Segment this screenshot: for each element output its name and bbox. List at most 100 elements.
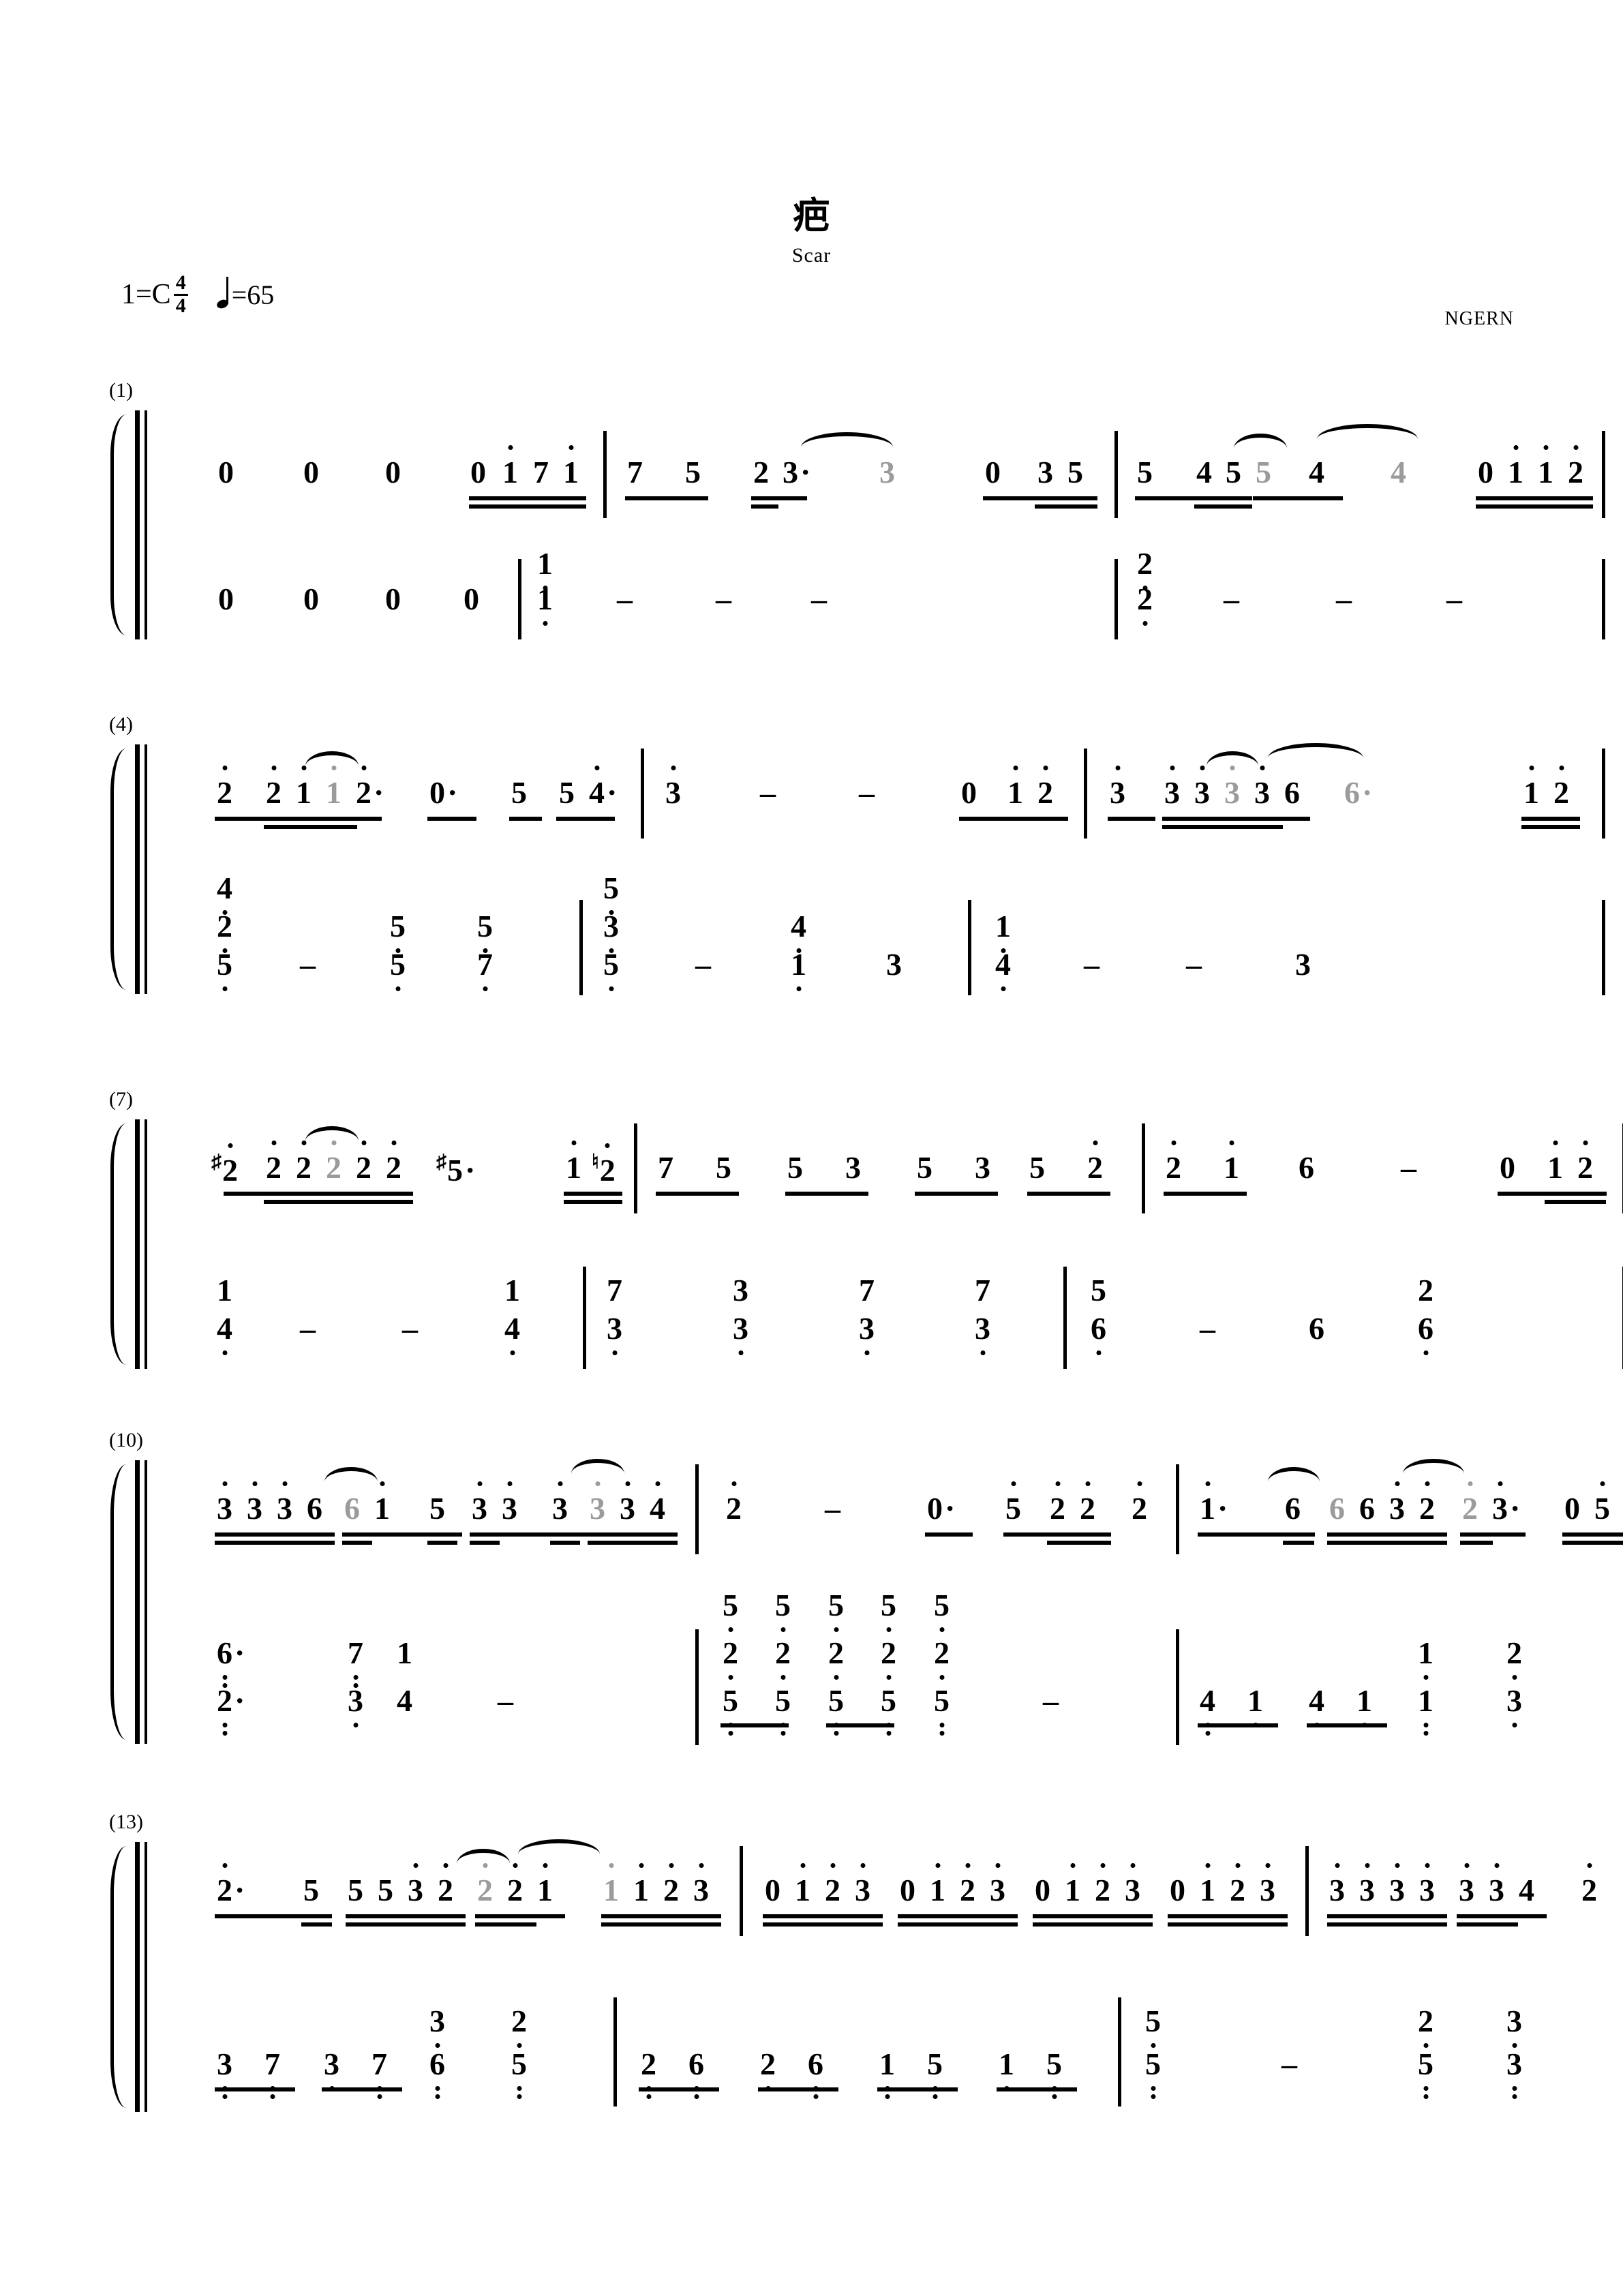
barline-icon xyxy=(135,744,140,994)
note: 2 xyxy=(507,1863,523,1906)
brace-icon xyxy=(110,1464,137,1740)
note: 3 xyxy=(1389,1863,1405,1906)
system-1-treble: 0 0 0 0 1 7 1 7 5 2 3· 3 0 3 5 5 4 5 5 4… xyxy=(177,424,1605,518)
key-tempo-block: 1=C 4 4 =65 xyxy=(121,272,274,316)
note: 3 xyxy=(217,1481,232,1524)
note: 1 xyxy=(791,949,806,991)
system-13-number: (13) xyxy=(109,1811,143,1833)
note: 4 xyxy=(1200,1685,1215,1736)
note: 7 xyxy=(607,1273,622,1308)
note: 1 xyxy=(1508,445,1523,488)
note: 3· xyxy=(1492,1481,1520,1524)
note: 3 xyxy=(845,1150,861,1185)
note: 2 xyxy=(1577,1141,1593,1183)
note: 1 xyxy=(1007,766,1023,809)
note: 5 xyxy=(716,1150,731,1185)
note: 1 xyxy=(879,2049,895,2099)
note: 6 xyxy=(1285,1491,1301,1526)
note: 5 xyxy=(1418,2049,1434,2099)
system-13-bass: 3 7 3 7 3 6 2 5 2 6 2 6 1 5 1 5 5 5 – 2 … xyxy=(177,1977,1522,2106)
time-signature-numerator: 4 xyxy=(173,272,188,296)
note: 7 xyxy=(658,1150,673,1185)
note: 3 xyxy=(1194,766,1210,809)
note: 2 xyxy=(386,1141,401,1183)
note: 1 xyxy=(930,1863,945,1906)
note: 1 xyxy=(1418,1685,1434,1736)
barline-icon xyxy=(135,1460,140,1744)
note: 0 xyxy=(900,1873,915,1907)
note: 3 xyxy=(1359,1863,1375,1906)
duration-dash: – xyxy=(1186,947,1202,982)
page-subtitle: Scar xyxy=(791,244,832,267)
note: 4 xyxy=(791,911,806,953)
note: 5 xyxy=(1029,1150,1045,1185)
note: 3 xyxy=(1224,766,1240,809)
system-7-bass: 1 4 – – 1 4 7 3 3 3 7 3 7 3 5 6 – 6 2 6 xyxy=(177,1254,1623,1370)
note: 3 xyxy=(693,1863,709,1906)
system-4: (4) 2 2 1 1 2 · 0· 5 5 4 · 3 – – 0 1 2 3… xyxy=(102,713,1605,995)
note: 3 xyxy=(1489,1863,1504,1906)
note: 4 xyxy=(1309,1685,1324,1727)
note: 1 xyxy=(603,1863,619,1906)
note: 2 xyxy=(825,1863,840,1906)
note: 3 xyxy=(603,911,619,953)
note: 2 · xyxy=(217,1863,245,1906)
note: 2 xyxy=(1050,1481,1065,1524)
barline-icon xyxy=(135,1119,140,1369)
note: 2 xyxy=(934,1637,950,1680)
system-7: (7) ♯2 2 2 2 2 2 ♯5· 1 ♮2 7 5 5 3 5 3 5 … xyxy=(102,1088,1623,1370)
note: 1 xyxy=(537,548,553,590)
note: 4 xyxy=(217,1313,232,1355)
note: 3 xyxy=(502,1481,517,1524)
duration-dash: – xyxy=(811,581,827,616)
note: 4 · xyxy=(589,766,617,809)
system-10: (10) 3 3 3 6 6 1 5 3 3 3 3 3 4 2 – 0· 5 … xyxy=(102,1429,1623,1745)
note: 2 xyxy=(960,1863,975,1906)
duration-dash: – xyxy=(1281,2046,1297,2081)
note: 3 xyxy=(607,1313,622,1355)
note: 3 xyxy=(1164,766,1180,809)
note: 0· xyxy=(429,775,458,810)
note: 3 xyxy=(620,1481,635,1524)
note: 6· xyxy=(1344,775,1373,810)
note: 0 xyxy=(385,455,401,489)
note: 6 xyxy=(1284,775,1300,810)
note: 2 xyxy=(1506,1637,1522,1680)
duration-dash: – xyxy=(716,581,731,616)
note: 1 xyxy=(795,1863,810,1906)
note: 0 xyxy=(765,1873,780,1907)
note: 3· xyxy=(783,455,811,489)
note: 3 xyxy=(408,1863,423,1906)
duration-dash: – xyxy=(617,581,633,616)
note: 0 xyxy=(303,455,319,489)
note: 3 xyxy=(1389,1481,1405,1524)
note: 2 xyxy=(1137,584,1153,626)
note: 3 xyxy=(733,1273,748,1308)
note: 1 xyxy=(537,1863,553,1906)
note: 0 xyxy=(218,455,234,489)
note: 6 xyxy=(1418,1313,1434,1355)
note: 3 xyxy=(990,1863,1005,1906)
duration-dash: – xyxy=(760,775,776,810)
note: 5 xyxy=(1145,2006,1161,2048)
note: 3 xyxy=(1459,1863,1474,1906)
note: 2 xyxy=(760,2049,776,2091)
note: 5 xyxy=(1594,1481,1610,1524)
note: 1 xyxy=(1356,1685,1372,1727)
time-signature: 4 4 xyxy=(173,272,188,316)
note: 1 xyxy=(1547,1141,1563,1183)
note: 3 xyxy=(1125,1863,1140,1906)
note: 2 xyxy=(296,1141,312,1183)
note: 4 xyxy=(1519,1873,1534,1907)
note: 0 xyxy=(470,455,486,489)
quarter-note-icon xyxy=(215,277,230,310)
note: 1 xyxy=(296,766,312,809)
note: 2 xyxy=(217,766,232,809)
note: 3 xyxy=(590,1481,605,1524)
note: 3 xyxy=(472,1481,487,1524)
note: 2 xyxy=(1132,1481,1147,1524)
key-signature: 1=C 4 4 xyxy=(121,272,188,316)
note: 6· xyxy=(217,1637,245,1688)
system-10-number: (10) xyxy=(109,1429,143,1451)
brace-icon xyxy=(110,1846,137,2108)
